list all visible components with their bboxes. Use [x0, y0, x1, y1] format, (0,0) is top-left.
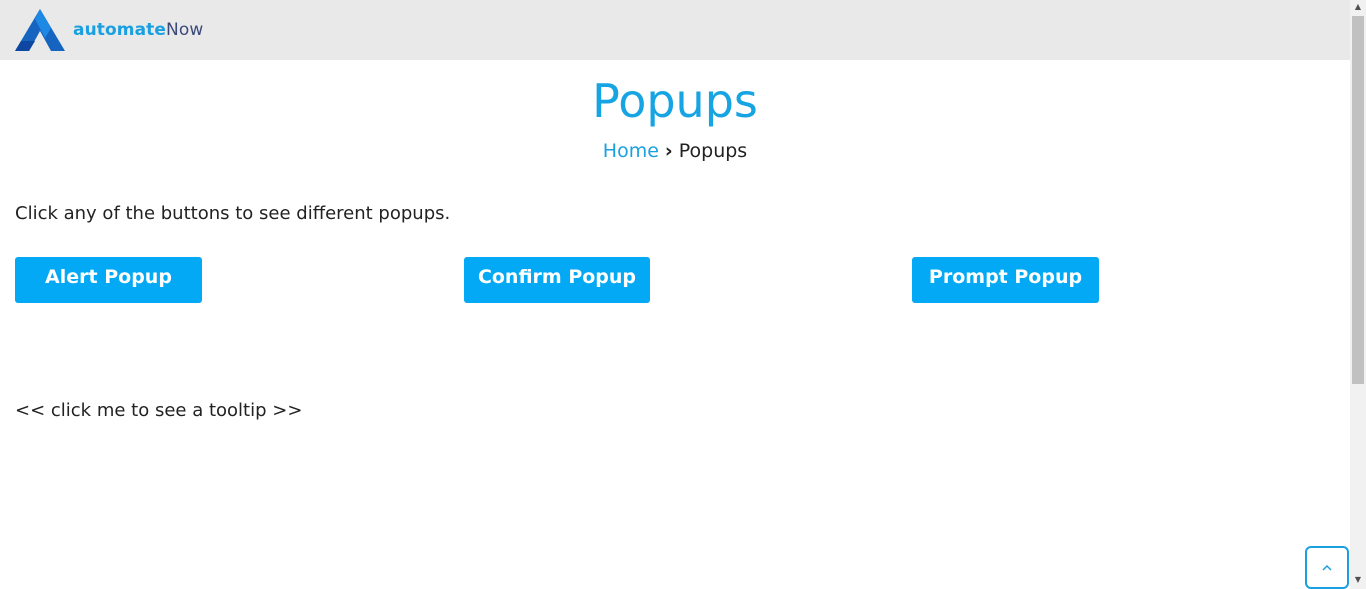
breadcrumb-home-link[interactable]: Home [603, 140, 659, 162]
intro-text: Click any of the buttons to see differen… [15, 203, 451, 224]
scroll-to-top-button[interactable] [1305, 546, 1349, 589]
automatenow-logo-icon [15, 9, 65, 51]
logo-text-automate: automate [73, 20, 167, 40]
logo-text-now: Now [166, 20, 204, 40]
tooltip-trigger[interactable]: << click me to see a tooltip >> [15, 400, 302, 421]
page-title: Popups [592, 74, 758, 128]
logo-text: automateNow [73, 20, 203, 40]
page-scrollbar[interactable]: ▲ ▼ [1350, 0, 1366, 589]
page: automateNow Popups Home › Popups Click any… [0, 0, 1366, 589]
chevron-up-icon [1322, 564, 1332, 571]
scroll-up-arrow-icon[interactable]: ▲ [1350, 0, 1366, 14]
breadcrumb: Home › Popups [0, 140, 1350, 162]
site-header: automateNow [0, 0, 1350, 60]
breadcrumb-current: Popups [678, 140, 748, 162]
scroll-down-arrow-icon[interactable]: ▼ [1350, 573, 1366, 587]
prompt-popup-button[interactable]: Prompt Popup [912, 257, 1099, 303]
confirm-popup-button[interactable]: Confirm Popup [464, 257, 650, 303]
scrollbar-thumb[interactable] [1352, 16, 1364, 384]
breadcrumb-separator: › [664, 140, 673, 162]
alert-popup-button[interactable]: Alert Popup [15, 257, 202, 303]
site-logo[interactable]: automateNow [15, 9, 203, 51]
